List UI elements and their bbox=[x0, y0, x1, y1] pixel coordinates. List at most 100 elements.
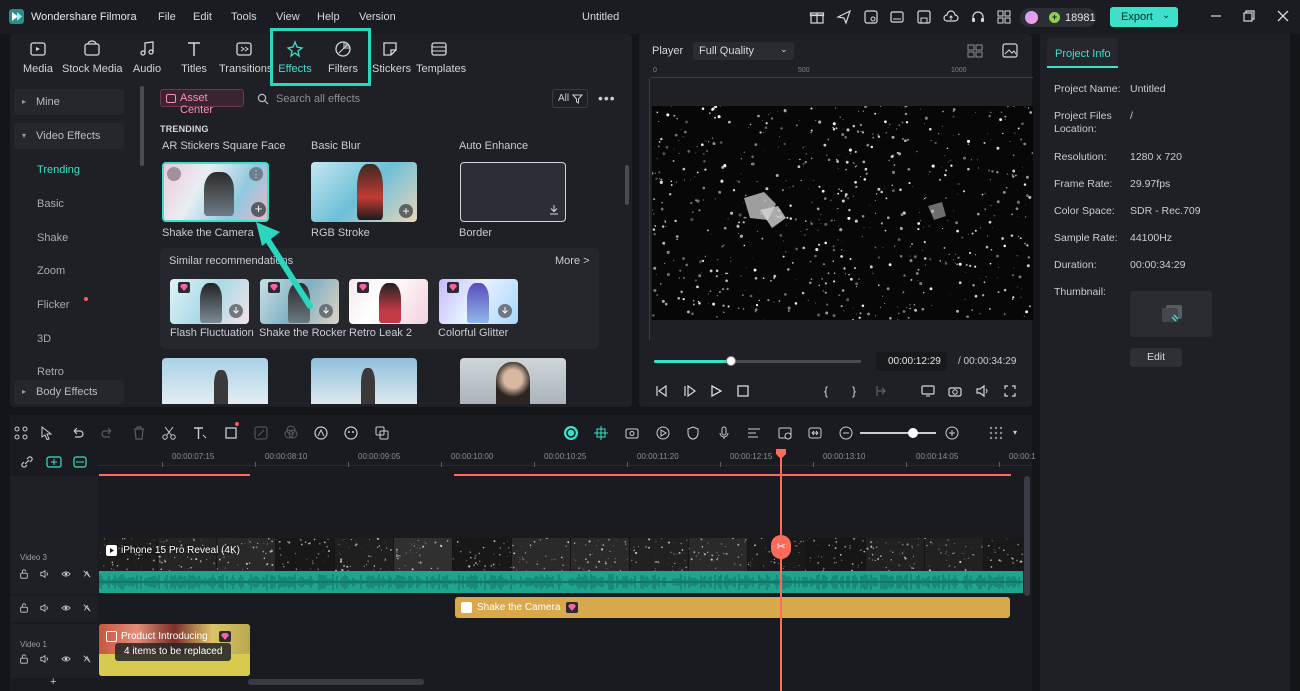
maximize-icon[interactable] bbox=[1242, 9, 1256, 23]
sidebar-item-basic[interactable]: Basic bbox=[37, 198, 64, 210]
effect-thumbnail[interactable] bbox=[311, 358, 417, 404]
effect-clip[interactable]: Shake the Camera bbox=[455, 597, 1010, 618]
add-icon[interactable]: + bbox=[251, 202, 266, 217]
playback-progress-knob[interactable] bbox=[725, 356, 736, 366]
similar-more-link[interactable]: More > bbox=[555, 255, 590, 267]
download-icon[interactable] bbox=[319, 304, 333, 318]
tab-titles[interactable]: Titles bbox=[178, 40, 210, 80]
shield-icon[interactable] bbox=[685, 425, 701, 441]
download-icon[interactable] bbox=[498, 304, 512, 318]
chevron-down-icon[interactable]: ▾ bbox=[1013, 428, 1017, 437]
volume-icon[interactable] bbox=[975, 384, 989, 398]
tab-templates[interactable]: Templates bbox=[416, 40, 466, 80]
tab-audio[interactable]: Audio bbox=[131, 40, 163, 80]
feedback-icon[interactable] bbox=[863, 9, 879, 25]
lock-icon[interactable] bbox=[19, 603, 29, 613]
next-frame-icon[interactable] bbox=[682, 384, 696, 398]
export-button[interactable]: Export ⌄ bbox=[1110, 7, 1178, 27]
effect-thumbnail[interactable]: + bbox=[311, 162, 417, 222]
eye-icon[interactable] bbox=[61, 654, 71, 664]
tab-stock-media[interactable]: Stock Media bbox=[62, 40, 123, 80]
sidebar-item-zoom[interactable]: Zoom bbox=[37, 265, 65, 277]
more-icon[interactable]: ⋮ bbox=[249, 167, 263, 181]
tab-transitions[interactable]: Transitions bbox=[219, 40, 272, 80]
fullscreen-icon[interactable] bbox=[1003, 384, 1017, 398]
hide-icon[interactable] bbox=[82, 654, 92, 664]
browser-scrollbar[interactable] bbox=[625, 165, 629, 205]
grid-view-icon[interactable] bbox=[967, 44, 983, 58]
render-preview-icon[interactable] bbox=[777, 425, 793, 441]
color-match-icon[interactable] bbox=[253, 425, 269, 441]
apps-icon[interactable] bbox=[13, 425, 29, 441]
add-audio-track-icon[interactable] bbox=[73, 456, 87, 468]
lock-icon[interactable] bbox=[19, 569, 29, 579]
grid-icon[interactable] bbox=[996, 9, 1012, 25]
sidebar-group-body-effects[interactable]: ▸ Body Effects bbox=[14, 380, 124, 404]
sidebar-group-mine[interactable]: ▸ Mine bbox=[14, 89, 124, 115]
headset-icon[interactable] bbox=[970, 9, 986, 25]
layout-icon[interactable] bbox=[889, 9, 905, 25]
mask-icon[interactable] bbox=[283, 425, 299, 441]
previous-frame-icon[interactable] bbox=[654, 384, 668, 398]
microphone-icon[interactable] bbox=[716, 425, 732, 441]
timeline-horizontal-scrollbar[interactable] bbox=[248, 679, 424, 685]
add-icon[interactable]: + bbox=[399, 204, 413, 218]
edit-thumbnail-button[interactable]: Edit bbox=[1130, 348, 1182, 367]
effect-thumbnail[interactable] bbox=[349, 279, 428, 324]
voiceover-icon[interactable] bbox=[746, 425, 762, 441]
sidebar-item-retro[interactable]: Retro bbox=[37, 366, 64, 378]
effect-thumbnail[interactable] bbox=[439, 279, 518, 324]
menu-view[interactable]: View bbox=[276, 11, 300, 23]
effect-thumbnail[interactable] bbox=[460, 162, 566, 222]
effect-thumbnail[interactable] bbox=[460, 358, 566, 404]
snap-icon[interactable] bbox=[593, 425, 609, 441]
audio-waveform[interactable] bbox=[99, 571, 1023, 593]
volume-icon[interactable] bbox=[40, 569, 50, 579]
ai-tool-icon[interactable] bbox=[313, 425, 329, 441]
screenshot-icon[interactable] bbox=[624, 425, 640, 441]
sticker-tool-icon[interactable] bbox=[343, 425, 359, 441]
effect-thumbnail[interactable] bbox=[170, 279, 249, 324]
menu-help[interactable]: Help bbox=[317, 11, 340, 23]
sidebar-item-3d[interactable]: 3D bbox=[37, 333, 51, 345]
link-icon[interactable] bbox=[20, 455, 34, 469]
scissors-icon[interactable]: ✂ bbox=[771, 535, 791, 559]
display-icon[interactable] bbox=[921, 384, 935, 398]
sidebar-item-flicker[interactable]: Flicker bbox=[37, 299, 69, 311]
search-input[interactable]: Search all effects bbox=[276, 93, 360, 105]
quality-dropdown[interactable]: Full Quality ⌄ bbox=[693, 42, 794, 60]
menu-version[interactable]: Version bbox=[359, 11, 396, 23]
mark-out-icon[interactable]: } bbox=[847, 384, 861, 398]
hide-icon[interactable] bbox=[82, 569, 92, 579]
tab-stickers[interactable]: Stickers bbox=[372, 40, 411, 80]
play-icon[interactable] bbox=[709, 384, 723, 398]
playhead-line[interactable] bbox=[780, 450, 782, 691]
insert-icon[interactable] bbox=[874, 384, 888, 398]
menu-edit[interactable]: Edit bbox=[193, 11, 212, 23]
minimize-icon[interactable] bbox=[1209, 9, 1223, 23]
delete-icon[interactable] bbox=[131, 425, 147, 441]
volume-icon[interactable] bbox=[40, 603, 50, 613]
asset-center-button[interactable]: Asset Center bbox=[160, 89, 244, 116]
effect-thumbnail[interactable] bbox=[162, 358, 268, 404]
auto-ripple-icon[interactable] bbox=[563, 425, 579, 441]
timeline-vertical-scrollbar[interactable] bbox=[1024, 476, 1030, 596]
send-icon[interactable] bbox=[836, 9, 852, 25]
zoom-slider-knob[interactable] bbox=[908, 428, 918, 438]
layout-grid-icon[interactable] bbox=[988, 425, 1004, 441]
crop-icon[interactable] bbox=[223, 425, 239, 441]
download-icon[interactable] bbox=[549, 204, 559, 215]
filter-dropdown[interactable]: All bbox=[552, 89, 588, 108]
tab-media[interactable]: Media bbox=[21, 40, 55, 80]
select-tool-icon[interactable] bbox=[39, 425, 55, 441]
more-options-icon[interactable]: ••• bbox=[598, 90, 616, 106]
zoom-in-icon[interactable] bbox=[944, 425, 960, 441]
mark-in-icon[interactable]: { bbox=[819, 384, 833, 398]
download-icon[interactable] bbox=[229, 304, 243, 318]
camera-icon[interactable] bbox=[948, 384, 962, 398]
redo-icon[interactable] bbox=[100, 425, 116, 441]
sidebar-scrollbar[interactable] bbox=[140, 86, 144, 166]
sidebar-item-shake[interactable]: Shake bbox=[37, 232, 68, 244]
tab-project-info[interactable]: Project Info bbox=[1047, 38, 1118, 68]
effect-thumbnail[interactable]: ⋮ + bbox=[162, 162, 269, 222]
